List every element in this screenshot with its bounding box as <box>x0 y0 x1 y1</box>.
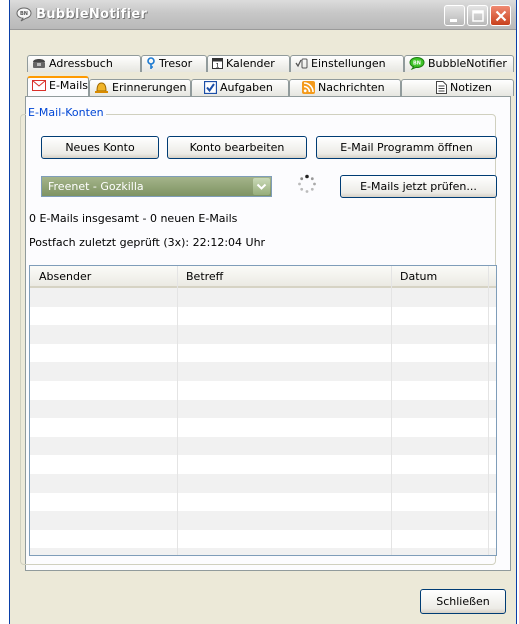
table-row[interactable] <box>30 288 496 307</box>
key-icon <box>147 56 155 69</box>
note-icon <box>436 80 447 94</box>
phone-icon <box>33 59 45 68</box>
table-row[interactable] <box>30 436 496 456</box>
tab-aufgaben[interactable]: Aufgaben <box>191 79 289 96</box>
tab-label: Notizen <box>450 81 492 94</box>
table-row[interactable] <box>30 362 496 381</box>
maximize-button[interactable] <box>467 5 488 26</box>
window-title: BubbleNotifier <box>36 7 148 22</box>
new-account-button[interactable]: Neues Konto <box>41 136 159 159</box>
tab-bubblenotifier[interactable]: BN BubbleNotifier <box>404 55 514 72</box>
table-row[interactable] <box>30 381 496 400</box>
tab-kalender[interactable]: 1 Kalender <box>207 55 290 72</box>
bubble-icon: BN <box>409 56 425 70</box>
minimize-button[interactable] <box>444 5 465 26</box>
chevron-down-icon <box>256 183 267 190</box>
tab-label: Aufgaben <box>220 81 273 94</box>
close-window-button[interactable] <box>490 5 511 26</box>
table-row[interactable] <box>30 474 496 493</box>
svg-text:BN: BN <box>413 60 421 66</box>
close-button[interactable]: Schließen <box>420 589 506 614</box>
edit-account-button[interactable]: Konto bearbeiten <box>167 136 307 159</box>
table-row[interactable] <box>30 548 496 555</box>
checkbox-icon <box>204 80 217 94</box>
account-select-value: Freenet - Gozkilla <box>48 180 144 193</box>
table-row[interactable] <box>30 399 496 419</box>
tab-label: E-Mails <box>49 79 88 92</box>
tab-nachrichten[interactable]: Nachrichten <box>289 79 401 96</box>
account-select[interactable]: Freenet - Gozkilla <box>41 176 272 197</box>
tab-adressbuch[interactable]: Adressbuch <box>27 55 141 72</box>
table-row[interactable] <box>30 511 496 530</box>
last-checked: Postfach zuletzt geprüft (3x): 22:12:04 … <box>29 236 266 249</box>
tab-label: BubbleNotifier <box>428 57 507 70</box>
tab-tresor[interactable]: Tresor <box>141 55 207 72</box>
mail-list-header: Absender Betreff Datum <box>30 266 496 288</box>
column-date[interactable]: Datum <box>400 270 437 283</box>
column-gridline <box>488 266 489 555</box>
tab-label: Kalender <box>226 57 275 70</box>
tab-label: Erinnerungen <box>112 81 187 94</box>
table-row[interactable] <box>30 455 496 474</box>
open-mail-program-button[interactable]: E-Mail Programm öffnen <box>316 136 497 159</box>
table-row[interactable] <box>30 344 496 363</box>
column-gridline <box>391 266 392 555</box>
settings-icon <box>295 58 308 69</box>
mail-icon <box>32 79 46 91</box>
tab-emails[interactable]: E-Mails <box>27 76 89 96</box>
account-select-arrow[interactable] <box>253 178 270 195</box>
accounts-group-label: E-Mail-Konten <box>26 106 106 119</box>
tab-notizen[interactable]: Notizen <box>401 79 514 96</box>
bell-icon <box>95 81 108 93</box>
tab-erinnerungen[interactable]: Erinnerungen <box>89 79 191 96</box>
table-row[interactable] <box>30 530 496 549</box>
check-mails-button[interactable]: E-Mails jetzt prüfen... <box>340 175 497 198</box>
column-gridline <box>177 266 178 555</box>
tab-einstellungen[interactable]: Einstellungen <box>290 55 404 72</box>
tab-label: Nachrichten <box>318 81 385 94</box>
table-row[interactable] <box>30 493 496 512</box>
column-subject[interactable]: Betreff <box>186 270 223 283</box>
mail-summary: 0 E-Mails insgesamt - 0 neuen E-Mails <box>29 212 238 225</box>
table-row[interactable] <box>30 307 496 326</box>
tab-label: Adressbuch <box>49 57 113 70</box>
app-icon: BN <box>16 7 32 22</box>
tab-label: Tresor <box>159 57 193 70</box>
mail-list[interactable]: Absender Betreff Datum <box>29 265 497 556</box>
title-bar[interactable]: BN BubbleNotifier <box>10 0 516 30</box>
calendar-icon: 1 <box>212 58 223 70</box>
svg-text:BN: BN <box>20 11 28 17</box>
table-row[interactable] <box>30 418 496 437</box>
tab-label: Einstellungen <box>311 57 386 70</box>
loading-spinner-icon <box>298 174 316 193</box>
table-row[interactable] <box>30 325 496 344</box>
rss-icon <box>302 80 315 94</box>
svg-text:1: 1 <box>216 63 220 70</box>
column-sender[interactable]: Absender <box>39 270 91 283</box>
